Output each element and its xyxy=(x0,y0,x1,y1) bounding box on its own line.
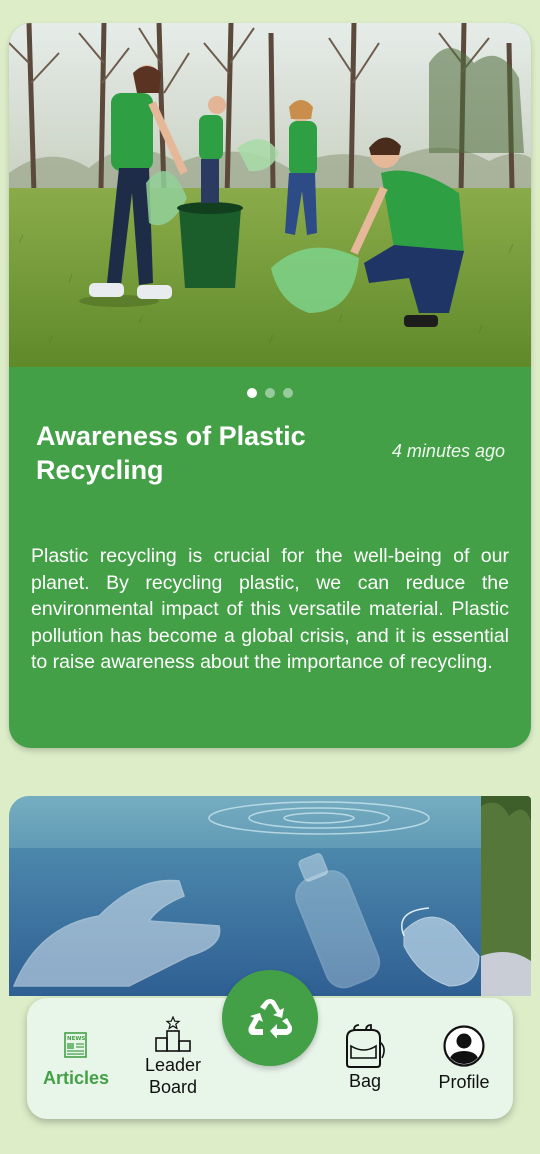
recycle-icon xyxy=(248,999,292,1038)
nav-articles[interactable]: NEWS Articles xyxy=(41,1032,111,1089)
nav-profile[interactable]: Profile xyxy=(424,1025,504,1093)
carousel-indicator[interactable] xyxy=(9,388,531,398)
news-icon-text: NEWS xyxy=(67,1036,85,1042)
nav-bag-label: Bag xyxy=(348,1071,382,1091)
nav-bag[interactable]: Bag xyxy=(325,1024,405,1092)
article-timestamp: 4 minutes ago xyxy=(391,441,505,461)
carousel-dot-1[interactable] xyxy=(247,388,257,398)
recycle-button[interactable] xyxy=(222,970,318,1066)
nav-leaderboard-label-line2: Board xyxy=(148,1077,198,1097)
carousel-dot-3[interactable] xyxy=(283,388,293,398)
podium-icon xyxy=(155,1016,191,1052)
nav-leaderboard[interactable]: Leader Board xyxy=(133,1016,213,1098)
article-title: Awareness of Plastic Recycling xyxy=(36,421,306,485)
profile-icon xyxy=(443,1025,485,1067)
nav-leaderboard-label-line1: Leader xyxy=(144,1055,202,1075)
nav-profile-label: Profile xyxy=(438,1072,490,1092)
news-icon: NEWS xyxy=(64,1032,87,1058)
article-image-plastic-underwater xyxy=(9,796,531,996)
article-card-2[interactable] xyxy=(9,796,531,996)
backpack-icon xyxy=(346,1024,385,1068)
carousel-dot-2[interactable] xyxy=(265,388,275,398)
nav-articles-label: Articles xyxy=(42,1068,110,1088)
article-card[interactable]: Awareness of Plastic Recycling 4 minutes… xyxy=(9,23,531,748)
article-body: Plastic recycling is crucial for the wel… xyxy=(31,545,509,673)
article-image-volunteers-recycling xyxy=(9,23,531,367)
